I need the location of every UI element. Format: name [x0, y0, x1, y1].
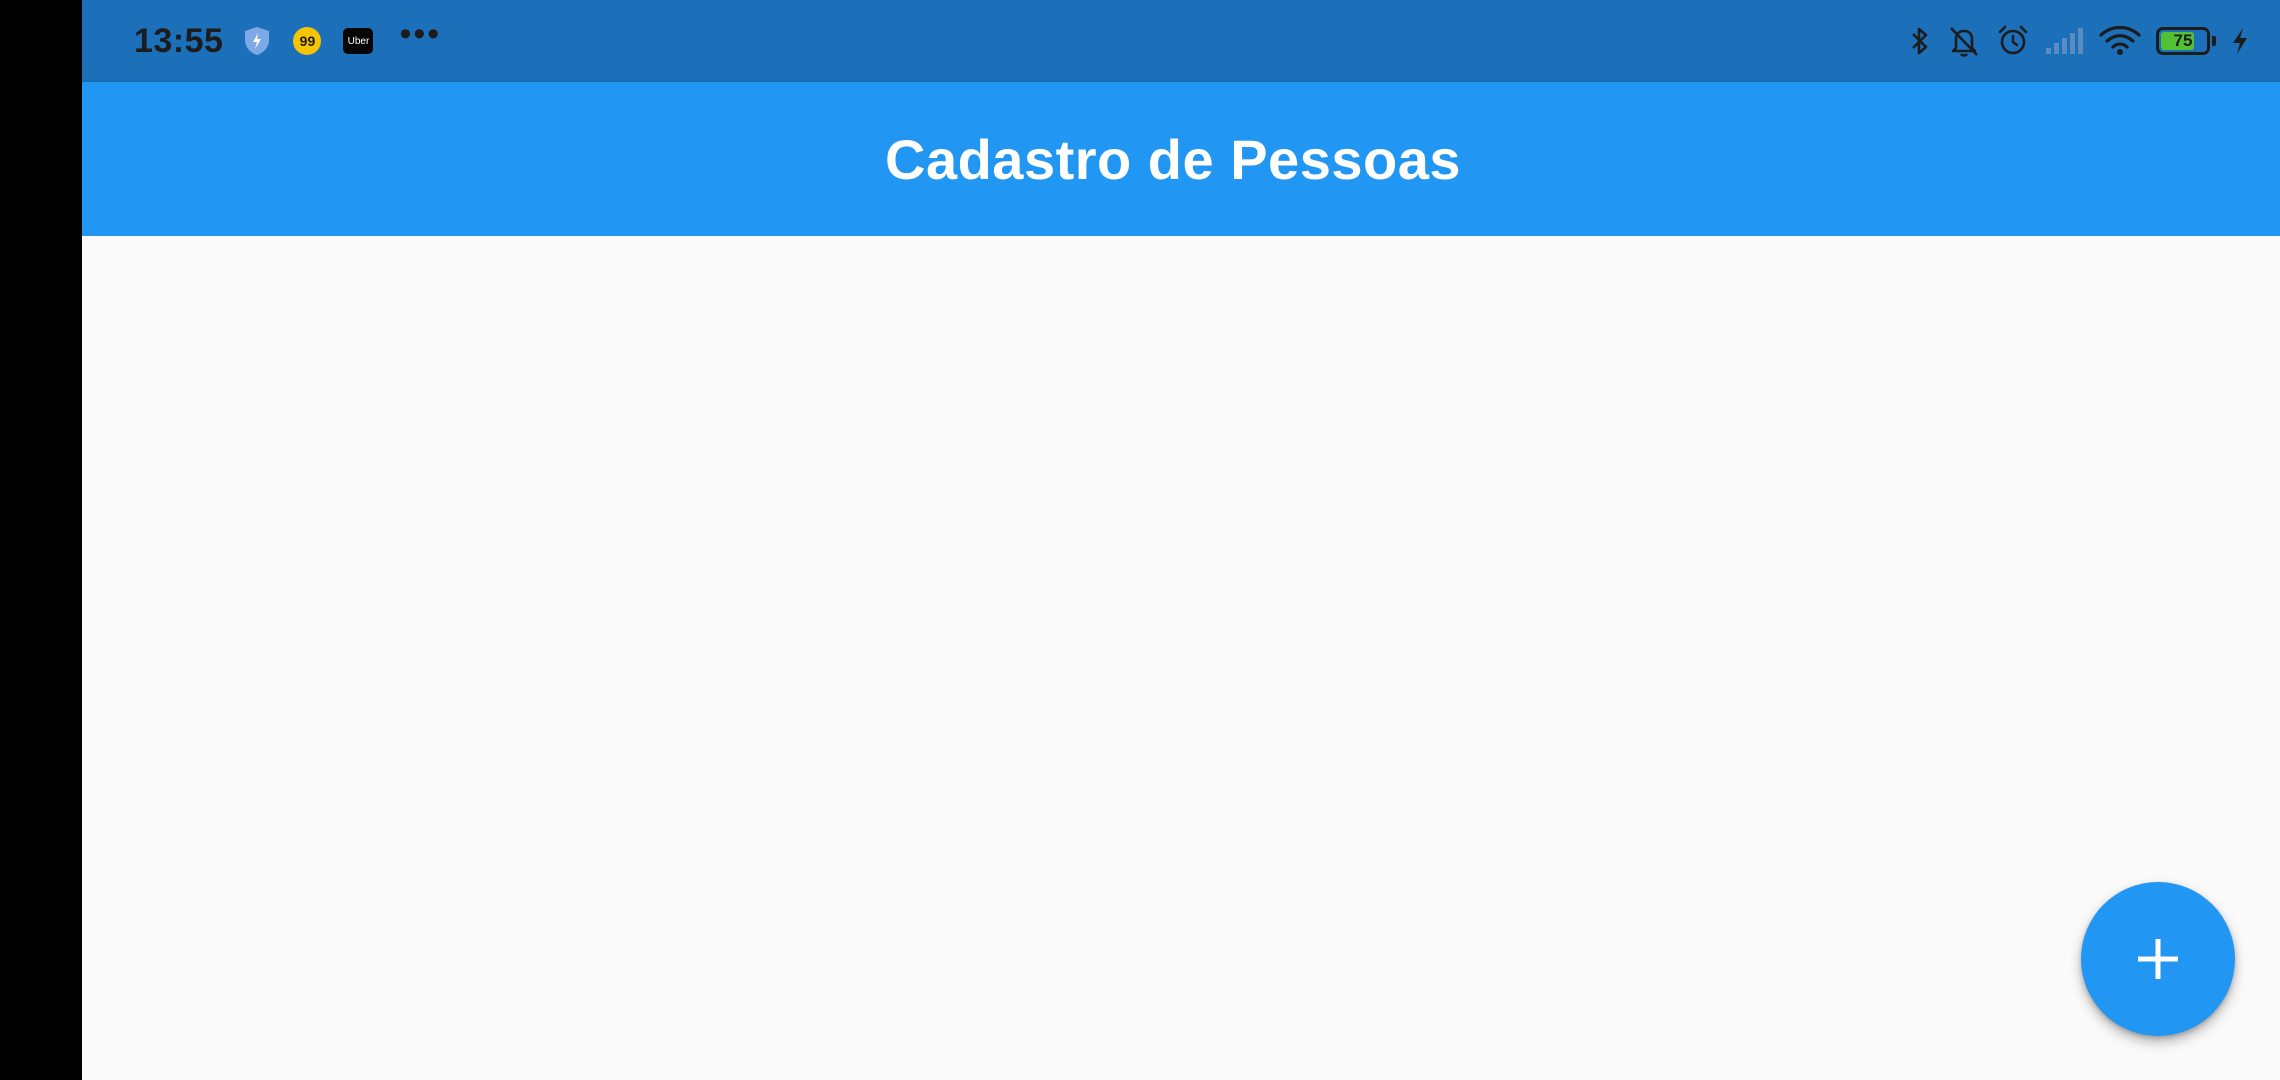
shield-icon — [243, 26, 271, 56]
bluetooth-icon — [1908, 25, 1932, 57]
left-bezel — [0, 0, 82, 1080]
signal-icon — [2044, 26, 2084, 56]
status-bar-left: 13:55 99 Uber ••• — [134, 0, 441, 82]
page-title: Cadastro de Pessoas — [885, 127, 1461, 191]
app-bar: Cadastro de Pessoas — [82, 82, 2280, 236]
notifications-muted-icon — [1946, 24, 1982, 58]
status-bar: 13:55 99 Uber ••• 75 — [82, 0, 2280, 82]
status-bar-right: 75 — [1894, 0, 2250, 82]
app-screen: 13:55 99 Uber ••• 75 Cadastro de Pessoas — [82, 0, 2280, 1080]
person-list-area — [82, 236, 2280, 1080]
charging-icon — [2230, 26, 2250, 56]
wifi-icon — [2098, 24, 2142, 58]
plus-icon — [2136, 937, 2180, 981]
add-person-button[interactable] — [2081, 882, 2235, 1036]
app-99-icon: 99 — [293, 27, 322, 55]
status-time: 13:55 — [134, 21, 224, 60]
battery-level: 75 — [2173, 31, 2193, 50]
uber-icon: Uber — [343, 28, 374, 54]
battery-tip — [2212, 36, 2216, 46]
battery-icon: 75 — [2156, 27, 2216, 55]
more-notifications-icon: ••• — [399, 15, 442, 53]
alarm-icon — [1996, 24, 2030, 58]
